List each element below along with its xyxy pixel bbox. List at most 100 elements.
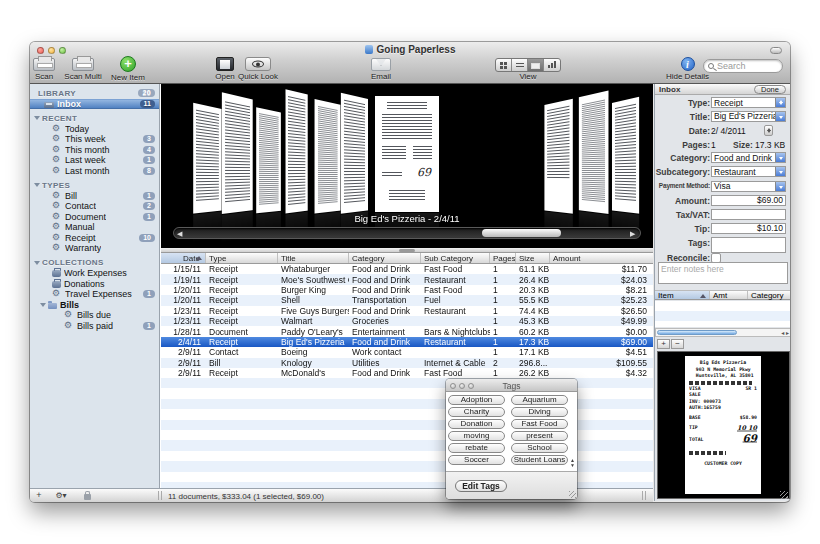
table-row[interactable]: 2/9/11 Receipt McDonald's Food and Drink…	[161, 368, 653, 378]
sidebar-item[interactable]: Bills	[30, 300, 159, 311]
table-row[interactable]: 1/20/11 Receipt Shell Transportation Fue…	[161, 295, 653, 305]
table-row[interactable]: 2/4/11 Receipt Big Ed's Pizzeria Food an…	[161, 337, 653, 347]
tag-pill[interactable]: rebate	[448, 443, 505, 453]
sidebar-item[interactable]: Warranty	[30, 243, 159, 254]
disclosure-triangle-icon[interactable]	[40, 303, 46, 307]
coverflow-scrollbar[interactable]: ◀ ▶	[173, 227, 641, 239]
scroll-left-icon[interactable]: ◀	[177, 230, 184, 237]
sidebar-item[interactable]: This week 3	[30, 134, 159, 145]
table-row[interactable]: 1/19/11 Receipt Moe's Southwest Grill Fo…	[161, 274, 653, 284]
tag-pill[interactable]: Adoption	[448, 395, 505, 405]
items-scroll-thumb[interactable]	[657, 330, 737, 335]
column-header-date[interactable]: Date	[161, 253, 206, 263]
disclosure-triangle-icon[interactable]	[34, 183, 40, 187]
amount-field[interactable]: $69.00	[711, 195, 786, 206]
view-grid-segment[interactable]	[496, 59, 512, 71]
notes-field[interactable]: Enter notes here	[658, 262, 788, 284]
lock-icon[interactable]	[84, 494, 91, 500]
add-button[interactable]: +	[32, 490, 46, 501]
column-header-category[interactable]: Category	[349, 253, 421, 263]
date-value[interactable]: 2/ 4/2011	[711, 126, 746, 136]
tag-pill[interactable]: present	[511, 431, 568, 441]
sidebar-item[interactable]: LIBRARY 20	[30, 88, 159, 99]
coverflow-item-selected[interactable]: 69	[375, 96, 439, 247]
action-gear-button[interactable]: ⚙▾	[54, 490, 68, 501]
coverflow-item[interactable]	[286, 89, 308, 248]
sidebar-item[interactable]: Manual	[30, 222, 159, 233]
sidebar-item[interactable]: COLLECTIONS	[30, 258, 159, 269]
date-stepper[interactable]	[764, 125, 773, 136]
coverflow-item[interactable]	[315, 99, 341, 248]
tag-pill[interactable]: moving	[448, 431, 505, 441]
sidebar-item[interactable]: Receipt 10	[30, 233, 159, 244]
coverflow-item[interactable]	[222, 92, 253, 248]
tag-pill[interactable]: Charity	[448, 407, 505, 417]
table-row[interactable]: 2/9/11 Bill Knology Utilities Internet &…	[161, 358, 653, 368]
tag-pill[interactable]: School	[511, 443, 568, 453]
tag-pill[interactable]: Aquarium	[511, 395, 568, 405]
tags-field[interactable]	[711, 237, 786, 253]
table-row[interactable]: 1/20/11 Receipt Burger King Food and Dri…	[161, 285, 653, 295]
scroll-arrows-icon[interactable]: ◂ ▸	[781, 329, 789, 337]
subcategory-combo[interactable]: Restaurant	[711, 166, 786, 177]
remove-item-button[interactable]: −	[671, 339, 684, 349]
sidebar-item[interactable]: Work Expenses	[30, 268, 159, 279]
sidebar-item[interactable]: Document 1	[30, 212, 159, 223]
new-item-button[interactable]: +New Item	[108, 56, 148, 82]
column-header-amount[interactable]: Amount	[550, 253, 653, 263]
add-item-button[interactable]: +	[657, 339, 670, 349]
scroll-right-icon[interactable]: ▶	[630, 230, 637, 237]
sidebar-item[interactable]: Today	[30, 124, 159, 135]
receipt-preview[interactable]: Big Eds Pizzeria 903 N Memorial Pkwy Hun…	[657, 351, 790, 499]
tip-field[interactable]: $10.10	[711, 223, 786, 234]
sidebar-item[interactable]: TYPES	[30, 180, 159, 191]
tag-pill[interactable]: Soccer	[448, 455, 505, 465]
items-column-category[interactable]: Category	[748, 291, 790, 299]
table-row[interactable]: 1/15/11 Receipt Whataburger Food and Dri…	[161, 264, 653, 274]
column-header-size[interactable]: Size	[516, 253, 550, 263]
view-coverflow-segment[interactable]	[528, 59, 544, 71]
sidebar-item[interactable]: Contact 2	[30, 201, 159, 212]
sidebar-item[interactable]: RECENT	[30, 113, 159, 124]
tag-pill[interactable]: Donation	[448, 419, 505, 429]
coverflow-item[interactable]	[341, 93, 368, 248]
column-header-type[interactable]: Type	[206, 253, 278, 263]
search-input[interactable]	[717, 61, 775, 71]
sidebar-item[interactable]: Last week 1	[30, 155, 159, 166]
toolbar-toggle-button[interactable]	[770, 47, 782, 54]
view-chart-segment[interactable]	[544, 59, 560, 71]
search-field[interactable]	[703, 59, 783, 73]
sidebar-item[interactable]: This month 4	[30, 145, 159, 156]
tag-pill[interactable]: Student Loans	[511, 455, 568, 465]
table-row[interactable]: 2/9/11 Contact Boeing Work contact 1 17.…	[161, 347, 653, 357]
coverflow-item[interactable]	[612, 97, 639, 248]
table-row[interactable]: 1/28/11 Document Paddy O'Leary's Enterta…	[161, 326, 653, 336]
column-header-title[interactable]: Title	[278, 253, 349, 263]
coverflow-view[interactable]: 69 Big Ed's Pizzeria - 2/4/11 ◀ ▶	[161, 84, 653, 248]
column-header-subcategory[interactable]: Sub Category	[421, 253, 490, 263]
pane-splitter-grip[interactable]	[642, 491, 647, 500]
tags-scroll-arrows-icon[interactable]: ▲▼	[569, 458, 576, 468]
column-header-pages[interactable]: Pages	[490, 253, 516, 263]
tags-window-titlebar[interactable]: Tags	[446, 379, 577, 392]
items-scrollbar[interactable]: ◂ ▸	[655, 328, 790, 337]
coverflow-item[interactable]	[544, 99, 572, 248]
items-column-item[interactable]: Item	[655, 291, 710, 299]
coverflow-item[interactable]	[579, 90, 609, 248]
sidebar-item[interactable]: Last month 8	[30, 166, 159, 177]
payment-combo[interactable]: Visa	[711, 181, 786, 192]
type-popup[interactable]: Receipt	[711, 97, 786, 108]
disclosure-triangle-icon[interactable]	[34, 261, 40, 265]
resize-grip-icon[interactable]	[780, 491, 788, 499]
scan-button[interactable]: Scan	[30, 56, 58, 81]
table-row[interactable]: 1/23/11 Receipt Five Guys Burgers... Foo…	[161, 306, 653, 316]
tag-pill[interactable]: Diving	[511, 407, 568, 417]
disclosure-triangle-icon[interactable]	[34, 116, 40, 120]
title-combo[interactable]: Big Ed's Pizzeria	[711, 111, 786, 122]
sidebar-item[interactable]: Bills paid 1	[30, 321, 159, 332]
tag-pill[interactable]: Fast Food	[511, 419, 568, 429]
sidebar-item[interactable]: Donations	[30, 279, 159, 290]
tax-field[interactable]	[711, 209, 786, 220]
quick-look-button[interactable]: Quick Look	[236, 56, 280, 81]
resize-grip-icon[interactable]	[569, 491, 576, 498]
